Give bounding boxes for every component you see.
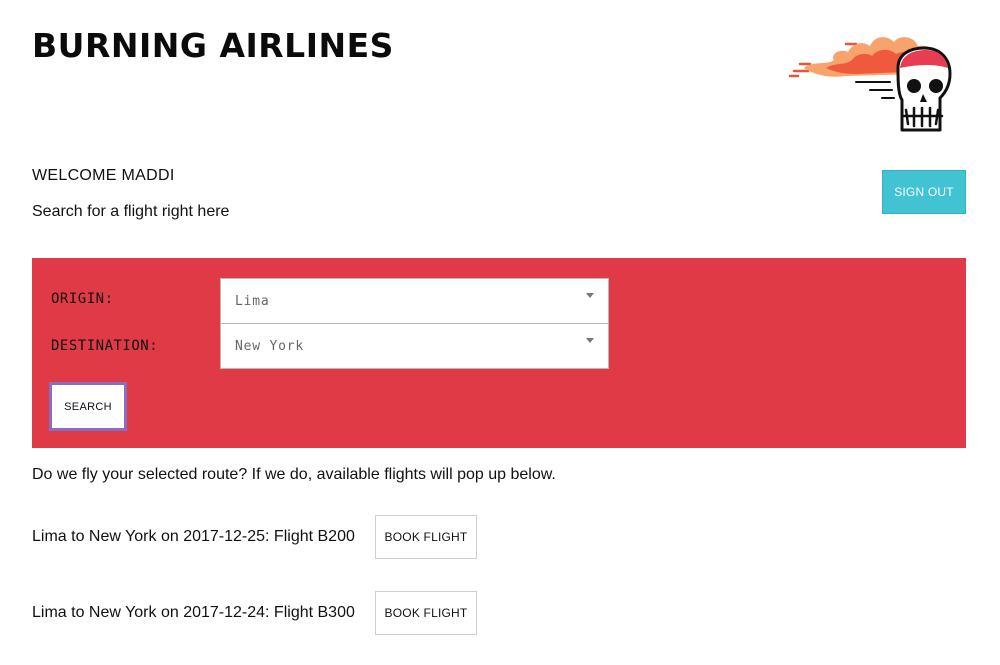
origin-select-value: Lima xyxy=(235,293,270,309)
brand-title: BURNING AIRLINES xyxy=(32,26,394,65)
caret-down-icon xyxy=(586,338,594,343)
search-panel: ORIGIN: Lima DESTINATION: New York SEARC… xyxy=(32,258,966,448)
book-flight-button[interactable]: BOOK FLIGHT xyxy=(375,591,477,635)
destination-select-value: New York xyxy=(235,338,305,354)
origin-label: ORIGIN: xyxy=(51,291,114,307)
search-button[interactable]: SEARCH xyxy=(49,382,127,431)
page: BURNING AIRLINES WELCOME MADDI Search fo… xyxy=(0,0,1000,665)
search-hint: Search for a flight right here xyxy=(32,203,230,220)
flight-row: Lima to New York on 2017-12-25: Flight B… xyxy=(32,515,532,561)
flight-description: Lima to New York on 2017-12-24: Flight B… xyxy=(32,604,355,621)
book-flight-button[interactable]: BOOK FLIGHT xyxy=(375,515,477,559)
flight-row: Lima to New York on 2017-12-24: Flight B… xyxy=(32,591,532,637)
flight-description: Lima to New York on 2017-12-25: Flight B… xyxy=(32,528,355,545)
caret-down-icon xyxy=(586,293,594,298)
destination-select[interactable]: New York xyxy=(220,323,609,369)
sign-out-button[interactable]: SIGN OUT xyxy=(882,170,966,214)
route-note: Do we fly your selected route? If we do,… xyxy=(32,466,556,483)
destination-label: DESTINATION: xyxy=(51,338,159,354)
welcome-message: WELCOME MADDI xyxy=(32,167,175,184)
flaming-skull-icon xyxy=(788,37,952,132)
origin-select[interactable]: Lima xyxy=(220,278,609,324)
